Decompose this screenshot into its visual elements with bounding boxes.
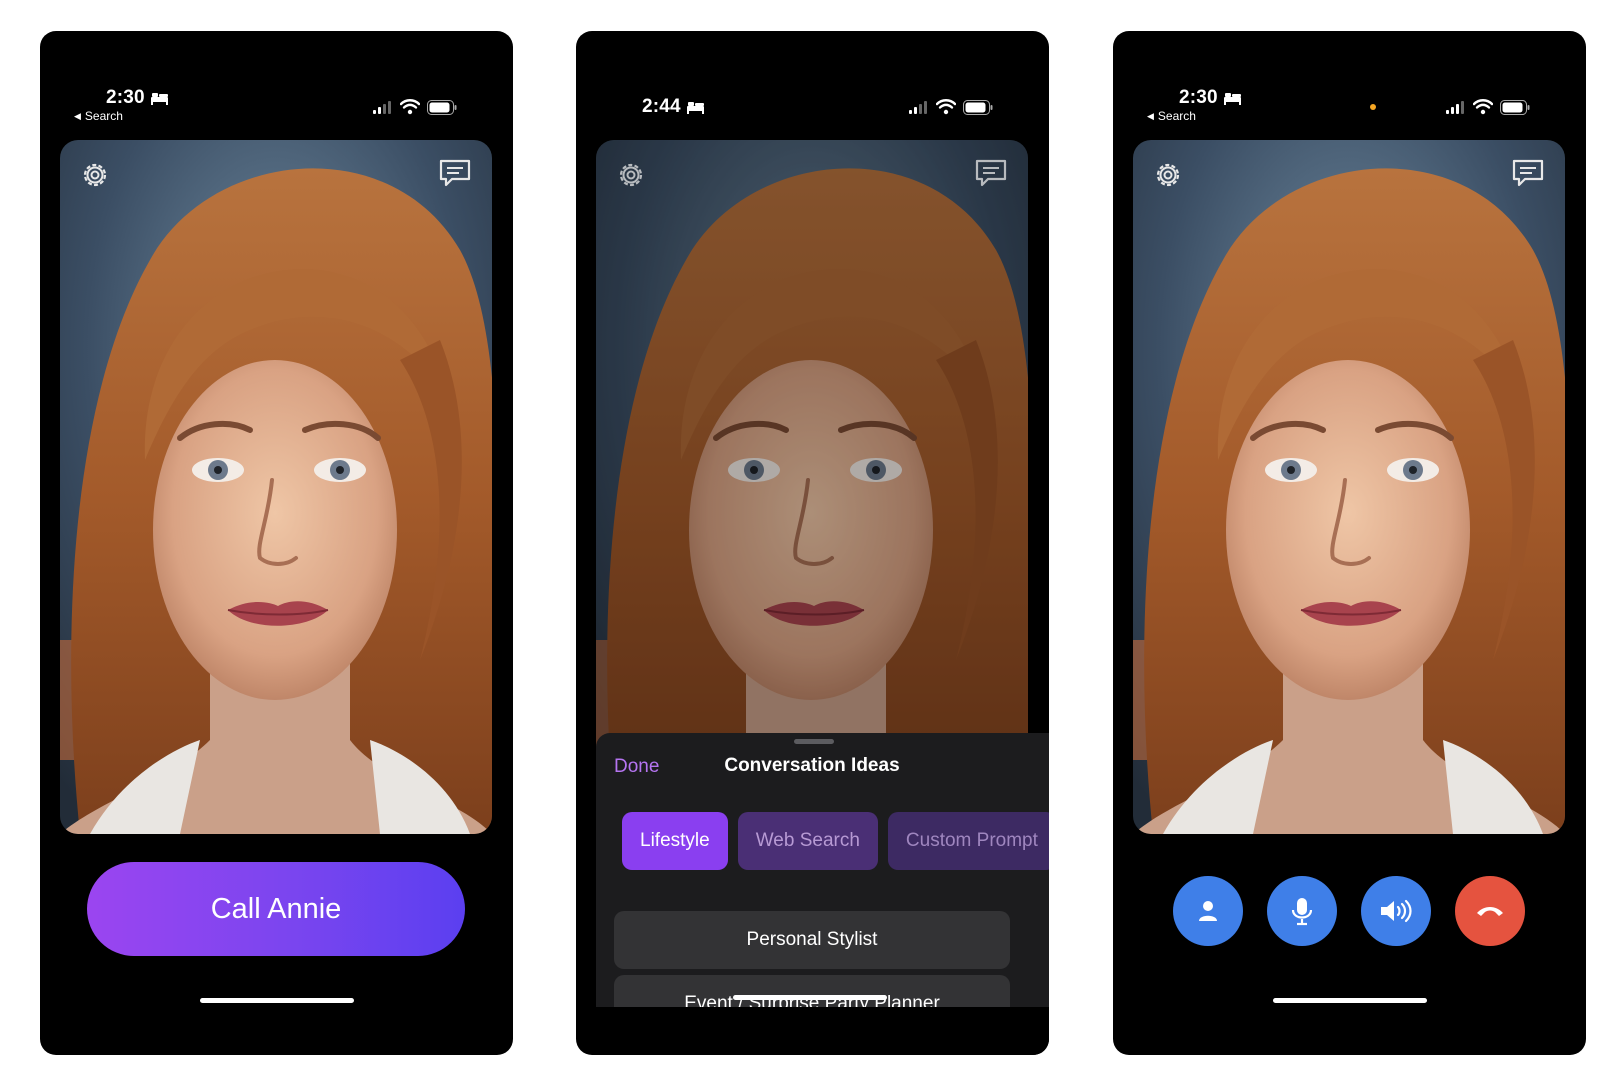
avatar-portrait [1133,140,1565,834]
bed-icon [686,102,704,114]
status-icons [373,99,457,115]
tab-custom-prompt[interactable]: Custom Prompt [887,812,1049,870]
home-indicator [1273,998,1427,1003]
time-label: 2:30 [106,87,145,108]
time-label: 2:44 [642,96,681,117]
microphone-button[interactable] [1267,876,1337,946]
conversation-ideas-sheet: Conversation Ideas Done Lifestyle Web Se… [596,733,1049,1055]
chat-bubble-icon[interactable] [974,158,1008,190]
settings-gear-icon[interactable] [78,158,112,192]
speaker-button[interactable] [1361,876,1431,946]
status-time: 2:30 [1179,87,1242,109]
tab-lifestyle[interactable]: Lifestyle [622,812,728,870]
settings-gear-icon[interactable] [614,158,648,192]
time-label: 2:30 [1179,87,1218,108]
call-annie-button[interactable]: Call Annie [87,862,465,956]
avatar-image [1133,140,1565,834]
back-to-search-link[interactable]: ◀ Search [74,109,123,123]
status-icons [1446,99,1530,115]
settings-gear-icon[interactable] [1151,158,1185,192]
home-indicator [733,995,887,1000]
cellular-signal-icon [373,101,391,114]
person-icon [1199,901,1217,921]
status-time: 2:44 [642,96,705,118]
microphone-icon [1291,898,1313,926]
home-indicator [200,998,354,1003]
battery-icon [963,99,993,115]
phone-screen-conversation-ideas: 2:44 Conversation Ideas Done Lifestyle W… [576,31,1049,1055]
status-icons [909,99,993,115]
bed-icon [1223,93,1241,105]
call-controls [1173,876,1525,946]
wifi-icon [936,99,956,115]
category-tabs: Lifestyle Web Search Custom Prompt [622,812,1049,870]
chat-bubble-icon[interactable] [1511,158,1545,190]
profile-button[interactable] [1173,876,1243,946]
sheet-title: Conversation Ideas [724,755,900,776]
tab-web-search[interactable]: Web Search [737,812,878,870]
avatar-image [60,140,492,834]
bed-icon [150,93,168,105]
end-call-button[interactable] [1455,876,1525,946]
chat-bubble-icon[interactable] [438,158,472,190]
microphone-in-use-indicator [1370,104,1376,110]
done-button[interactable]: Done [614,756,659,778]
end-call-icon [1477,907,1503,916]
wifi-icon [1473,99,1493,115]
cellular-signal-icon [1446,101,1464,114]
back-label: Search [1157,109,1196,123]
back-label: Search [84,109,123,123]
avatar-portrait [60,140,492,834]
dim-overlay [596,140,1028,834]
back-arrow-icon: ◀ [1147,110,1154,121]
phone-screen-call: 2:30 ◀ Search Call Annie [40,31,513,1055]
status-time: 2:30 [106,87,169,109]
list-item[interactable]: Personal Stylist [614,911,1010,969]
back-to-search-link[interactable]: ◀ Search [1147,109,1196,123]
speaker-icon [1381,899,1412,923]
sheet-bottom-mask [596,1007,1049,1055]
battery-icon [427,99,457,115]
battery-icon [1500,99,1530,115]
cellular-signal-icon [909,101,927,114]
wifi-icon [400,99,420,115]
call-button-label: Call Annie [210,892,342,925]
avatar-portrait [596,140,1028,834]
back-arrow-icon: ◀ [74,110,81,121]
list-item-label: Personal Stylist [746,929,878,950]
sheet-grabber-handle[interactable] [794,739,834,744]
phone-screen-in-call: 2:30 ◀ Search [1113,31,1586,1055]
